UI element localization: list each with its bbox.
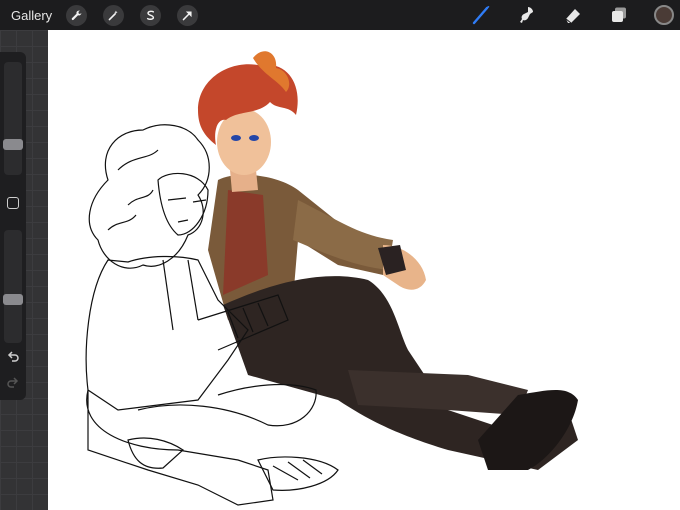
brush-opacity-thumb[interactable] [3,294,23,305]
layers-icon[interactable] [608,4,630,26]
smudge-icon[interactable] [516,4,538,26]
brush-size-thumb[interactable] [3,139,23,150]
square-modify-icon[interactable] [7,197,19,209]
left-sidebar [0,52,26,400]
gallery-button[interactable]: Gallery [11,8,52,23]
brush-size-slider[interactable] [3,62,23,175]
drawing-canvas[interactable] [48,30,680,510]
undo-icon[interactable] [6,350,20,364]
character-illustration [85,51,578,506]
brush-icon[interactable] [470,4,492,26]
transform-arrow-icon[interactable] [177,4,199,26]
brush-opacity-slider[interactable] [3,230,23,343]
color-picker-swatch[interactable] [654,5,674,25]
redo-icon[interactable] [6,376,20,390]
top-toolbar: Gallery [0,0,680,30]
colored-character [198,51,578,470]
eraser-icon[interactable] [562,4,584,26]
selection-s-icon[interactable] [140,4,162,26]
actions-wrench-icon[interactable] [66,4,88,26]
adjustments-wand-icon[interactable] [103,4,125,26]
